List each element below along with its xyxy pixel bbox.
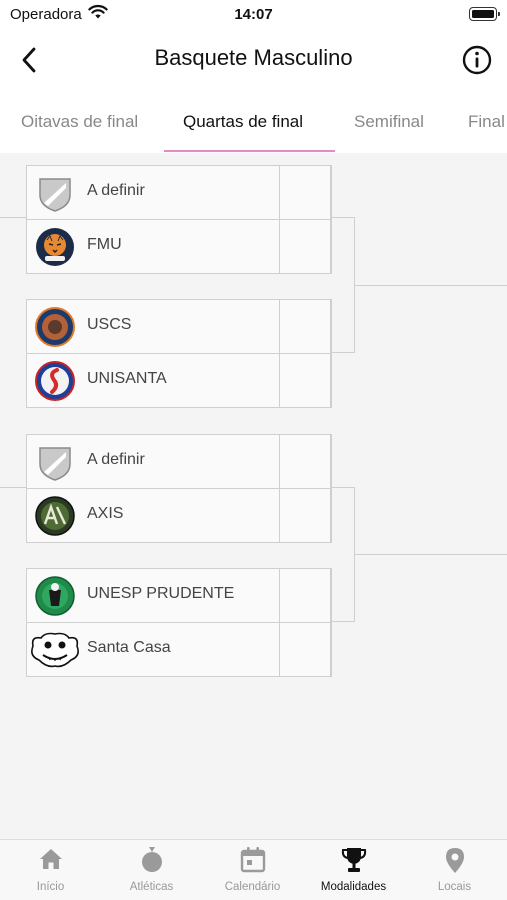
mascot-logo [31, 632, 79, 668]
team-row[interactable]: A definir [26, 434, 332, 489]
seahorse-logo [35, 361, 75, 401]
team-row[interactable]: AXIS [26, 488, 332, 543]
team-name: UNISANTA [87, 370, 167, 387]
score-cell [279, 568, 332, 623]
tab-quartas[interactable]: Quartas de final [183, 112, 303, 132]
bracket-line [331, 352, 355, 353]
team-name: A definir [87, 451, 145, 468]
round-tabs: Oitavas de final Quartas de final Semifi… [0, 100, 507, 153]
tab-oitavas[interactable]: Oitavas de final [21, 112, 138, 132]
axis-logo [35, 496, 75, 536]
bracket-line [331, 487, 355, 488]
score-cell [279, 299, 332, 354]
bracket-line [331, 621, 355, 622]
bottom-tab-bar: Início Atléticas Calendário Modalidades [0, 839, 507, 900]
unesp-logo [35, 576, 75, 616]
tab-final[interactable]: Final [468, 112, 505, 132]
tabbar-item-atleticas[interactable]: Atléticas [101, 840, 202, 900]
score-cell [279, 165, 332, 220]
tabbar-label: Modalidades [320, 881, 387, 893]
placeholder-shield-icon [39, 447, 71, 481]
calendar-icon [240, 847, 266, 873]
bracket-line [355, 285, 507, 286]
team-name: AXIS [87, 505, 124, 522]
team-row[interactable]: UNESP PRUDENTE [26, 568, 332, 623]
tabbar-label: Início [36, 881, 65, 893]
bracket-line [0, 217, 26, 218]
medal-icon [142, 847, 162, 872]
tabbar-label: Calendário [224, 881, 281, 893]
tabbar-item-locais[interactable]: Locais [404, 840, 505, 900]
team-row[interactable]: USCS [26, 299, 332, 354]
team-name: USCS [87, 316, 132, 333]
tabbar-label: Atléticas [129, 881, 174, 893]
active-tab-indicator [164, 150, 335, 152]
team-name: UNESP PRUDENTE [87, 585, 235, 602]
score-cell [279, 488, 332, 543]
status-bar: Operadora 14:07 [0, 0, 507, 30]
team-row[interactable]: UNISANTA [26, 353, 332, 408]
bracket: A definir FMU USCS UNISANTA A definir AX… [0, 153, 507, 839]
score-cell [279, 353, 332, 408]
home-icon [40, 849, 62, 869]
tabbar-item-modalidades[interactable]: Modalidades [303, 840, 404, 900]
team-name: FMU [87, 236, 122, 253]
page-title: Basquete Masculino [154, 45, 353, 70]
team-row[interactable]: A definir [26, 165, 332, 220]
tiger-logo [36, 228, 74, 266]
bracket-line [0, 487, 26, 488]
bracket-line [355, 554, 507, 555]
tab-semifinal[interactable]: Semifinal [354, 112, 424, 132]
team-row[interactable]: Santa Casa [26, 622, 332, 677]
tabbar-label: Locais [437, 881, 472, 893]
tabbar-item-calendario[interactable]: Calendário [202, 840, 303, 900]
placeholder-shield-icon [39, 178, 71, 212]
trophy-icon [341, 848, 367, 872]
score-cell [279, 622, 332, 677]
battery-icon [469, 7, 500, 21]
bracket-line [331, 217, 355, 218]
tabbar-item-inicio[interactable]: Início [0, 840, 101, 900]
score-cell [279, 219, 332, 274]
uscs-logo [35, 307, 75, 347]
team-name: A definir [87, 182, 145, 199]
info-icon [462, 45, 492, 75]
info-button[interactable] [461, 44, 493, 76]
team-row[interactable]: FMU [26, 219, 332, 274]
team-name: Santa Casa [87, 639, 171, 656]
clock: 14:07 [234, 6, 273, 23]
score-cell [279, 434, 332, 489]
location-pin-icon [446, 848, 464, 873]
